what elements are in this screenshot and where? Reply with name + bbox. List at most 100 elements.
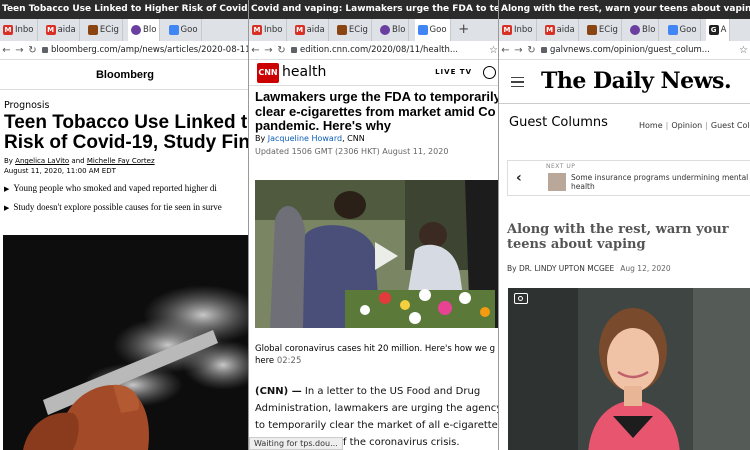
forward-icon[interactable]: → [262,41,275,59]
portrait-image [508,288,750,450]
bookmark-star-icon[interactable]: ☆ [489,41,498,59]
url-text: galvnews.com/opinion/guest_colum... [550,45,710,55]
live-tv-link[interactable]: LIVE TV [435,68,472,76]
tab-label: Goo [180,25,198,35]
byline-suffix: , CNN [342,134,365,143]
site-masthead[interactable]: The Daily News. [541,68,732,94]
tab-aida[interactable]: Maida [542,19,579,41]
tab-label: ECig [348,25,368,35]
section-title[interactable]: Guest Columns [509,115,608,130]
funeral-scene-image [255,180,500,328]
tab-inbox-1[interactable]: M Inbo [249,19,287,41]
tab-bloomberg[interactable]: Blo [128,19,161,41]
new-tab-button[interactable]: + [456,19,472,41]
next-up-thumbnail [548,173,566,191]
status-bar: Waiting for tps.dou... [249,437,343,450]
section-name[interactable]: health [282,64,326,80]
page-content: Bloomberg Prognosis Teen Tobacco Use Lin… [0,60,250,450]
reload-icon[interactable]: ↻ [525,41,538,59]
tab-label: Blo [392,25,406,35]
triangle-bullet-icon: ▶ [4,204,10,212]
article-date: August 11, 2020, 11:00 AM EDT [4,167,116,175]
tab-aida[interactable]: Maida [292,19,329,41]
camera-icon [514,293,528,304]
article-headline: Teen Tobacco Use Linked to H Risk of Cov… [4,113,250,153]
tab-inbox-1[interactable]: M Inbo [499,19,537,41]
reload-icon[interactable]: ↻ [275,41,288,59]
forward-icon[interactable]: → [13,41,26,59]
tab-ecig[interactable]: ECig [85,19,123,41]
author-link[interactable]: Michelle Fay Cortez [87,157,155,165]
gmail-icon: M [544,24,555,35]
tab-google-docs[interactable]: Goo [665,19,701,41]
author-link[interactable]: Angelica LaVito [15,157,69,165]
address-bar: ← → ↻ bloomberg.com/amp/news/articles/2020-… [0,41,250,60]
reload-icon[interactable]: ↻ [26,41,39,59]
video-duration: 02:25 [276,356,302,366]
tab-bloomberg[interactable]: Blo [377,19,410,41]
window-title: Covid and vaping: Lawmakers urge the FDA… [249,0,500,19]
site-header: The Daily News. [499,60,750,104]
cnn-logo[interactable]: CNN [257,63,279,83]
user-account-icon[interactable] [483,66,496,79]
breadcrumb-guest-columns[interactable]: Guest Colu [711,121,750,130]
breadcrumb-home[interactable]: Home [639,121,663,130]
forward-icon[interactable]: → [512,41,525,59]
tab-label: Inbo [264,25,283,35]
browser-window-bloomberg: Teen Tobacco Use Linked to Higher Risk o… [0,0,250,450]
site-header: CNN health LIVE TV [249,60,500,86]
tab-label: Goo [429,25,447,35]
back-icon[interactable]: ← [499,41,512,59]
tab-label: ECig [99,25,119,35]
url-field[interactable]: edition.cnn.com/2020/08/11/health... [288,41,459,59]
chevron-left-icon[interactable]: ‹ [516,170,522,186]
tab-aida[interactable]: Maida [43,19,80,41]
headline-line: Teen Tobacco Use Linked to H [4,112,250,133]
tab-label: ECig [598,25,618,35]
author-photo[interactable] [508,288,750,450]
tab-google-docs[interactable]: Goo [166,19,202,41]
video-thumbnail[interactable] [255,180,500,328]
lock-icon [42,46,48,53]
next-up-title[interactable]: Some insurance programs undermining ment… [571,173,750,191]
vape-smoke-illustration [3,235,250,450]
tab-ecig[interactable]: ECig [584,19,622,41]
google-docs-icon [168,24,179,35]
video-caption[interactable]: Global coronavirus cases hit 20 million.… [255,343,500,367]
gmail-icon: M [252,24,262,35]
window-title: Teen Tobacco Use Linked to Higher Risk o… [0,0,250,19]
url-field[interactable]: galvnews.com/opinion/guest_colum... [538,41,710,59]
url-field[interactable]: bloomberg.com/amp/news/articles/2020-08-… [39,41,250,59]
bookmark-star-icon[interactable]: ☆ [739,41,748,59]
lock-icon [541,46,547,53]
next-up-panel[interactable]: ‹ NEXT UP Some insurance programs underm… [507,160,750,196]
breadcrumb: Home|Opinion|Guest Colu [639,121,750,130]
page-content: CNN health LIVE TV Lawmakers urge the FD… [249,60,500,450]
summary-bullet: ▶ Young people who smoked and vaped repor… [4,183,217,193]
gmail-icon: M [294,24,305,35]
tab-inbox-1[interactable]: M Inbo [0,19,38,41]
back-icon[interactable]: ← [249,41,262,59]
back-icon[interactable]: ← [0,41,13,59]
browser-window-daily-news: Along with the rest, warn your teens abo… [498,0,750,450]
summary-bullet: ▶ Study doesn't explore possible causes f… [4,202,222,212]
tab-google-docs[interactable]: Goo [414,19,451,41]
author-name[interactable]: By DR. LINDY UPTON MCGEE [507,264,614,273]
gmail-icon: M [3,24,13,35]
page-content: The Daily News. Guest Columns Home | Opini… [499,60,750,450]
tab-ecig[interactable]: ECig [334,19,372,41]
menu-icon[interactable] [511,77,524,87]
tab-bloomberg[interactable]: Blo [627,19,660,41]
tab-daily-news[interactable]: GA [705,19,731,41]
author-link[interactable]: Jacqueline Howard [268,134,342,143]
address-bar: ← → ↻ edition.cnn.com/2020/08/11/health... … [249,41,500,60]
doc-icon [586,24,597,35]
byline-prefix: By [255,134,268,143]
tab-label: aida [57,25,76,35]
article-kicker[interactable]: Prognosis [4,100,49,111]
breadcrumb-opinion[interactable]: Opinion [671,121,702,130]
site-logo[interactable]: Bloomberg [0,60,250,90]
google-docs-icon [417,24,428,35]
bullet-text: Young people who smoked and vaped report… [13,183,217,193]
url-text: edition.cnn.com/2020/08/11/health... [300,45,459,55]
